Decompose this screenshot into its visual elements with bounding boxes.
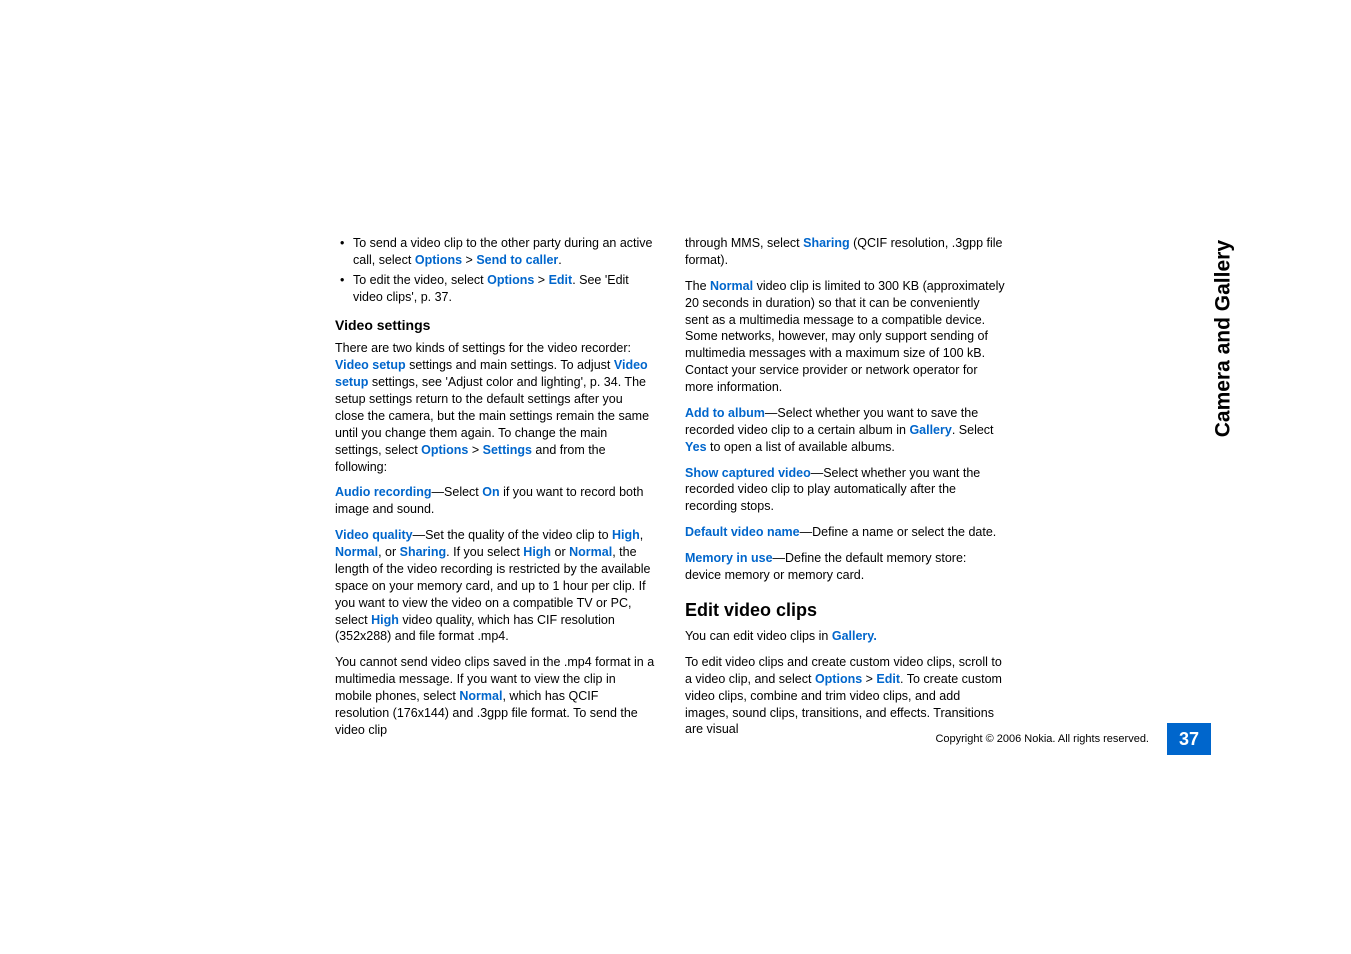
page-footer: Copyright © 2006 Nokia. All rights reser… (335, 723, 1211, 755)
heading-edit-video-clips: Edit video clips (685, 598, 1005, 622)
section-title: Camera and Gallery (1211, 240, 1235, 437)
option-link: Send to caller (476, 253, 558, 267)
paragraph: through MMS, select Sharing (QCIF resolu… (685, 235, 1005, 269)
paragraph: Memory in use—Define the default memory … (685, 550, 1005, 584)
paragraph: There are two kinds of settings for the … (335, 340, 655, 475)
page-content: To send a video clip to the other party … (335, 235, 1015, 748)
copyright-text: Copyright © 2006 Nokia. All rights reser… (935, 733, 1149, 745)
heading-video-settings: Video settings (335, 316, 655, 335)
option-link: Options (487, 273, 534, 287)
bullet-edit-video: To edit the video, select Options > Edit… (335, 272, 655, 306)
paragraph: Audio recording—Select On if you want to… (335, 484, 655, 518)
paragraph: Default video name—Define a name or sele… (685, 524, 1005, 541)
option-link: Edit (549, 273, 573, 287)
right-column: through MMS, select Sharing (QCIF resolu… (685, 235, 1005, 748)
paragraph: Show captured video—Select whether you w… (685, 465, 1005, 516)
left-column: To send a video clip to the other party … (335, 235, 655, 748)
paragraph: You can edit video clips in Gallery. (685, 628, 1005, 645)
paragraph: Add to album—Select whether you want to … (685, 405, 1005, 456)
option-link: Options (415, 253, 462, 267)
paragraph: Video quality—Set the quality of the vid… (335, 527, 655, 645)
paragraph: The Normal video clip is limited to 300 … (685, 278, 1005, 396)
bullet-send-clip: To send a video clip to the other party … (335, 235, 655, 269)
page-number: 37 (1167, 723, 1211, 755)
